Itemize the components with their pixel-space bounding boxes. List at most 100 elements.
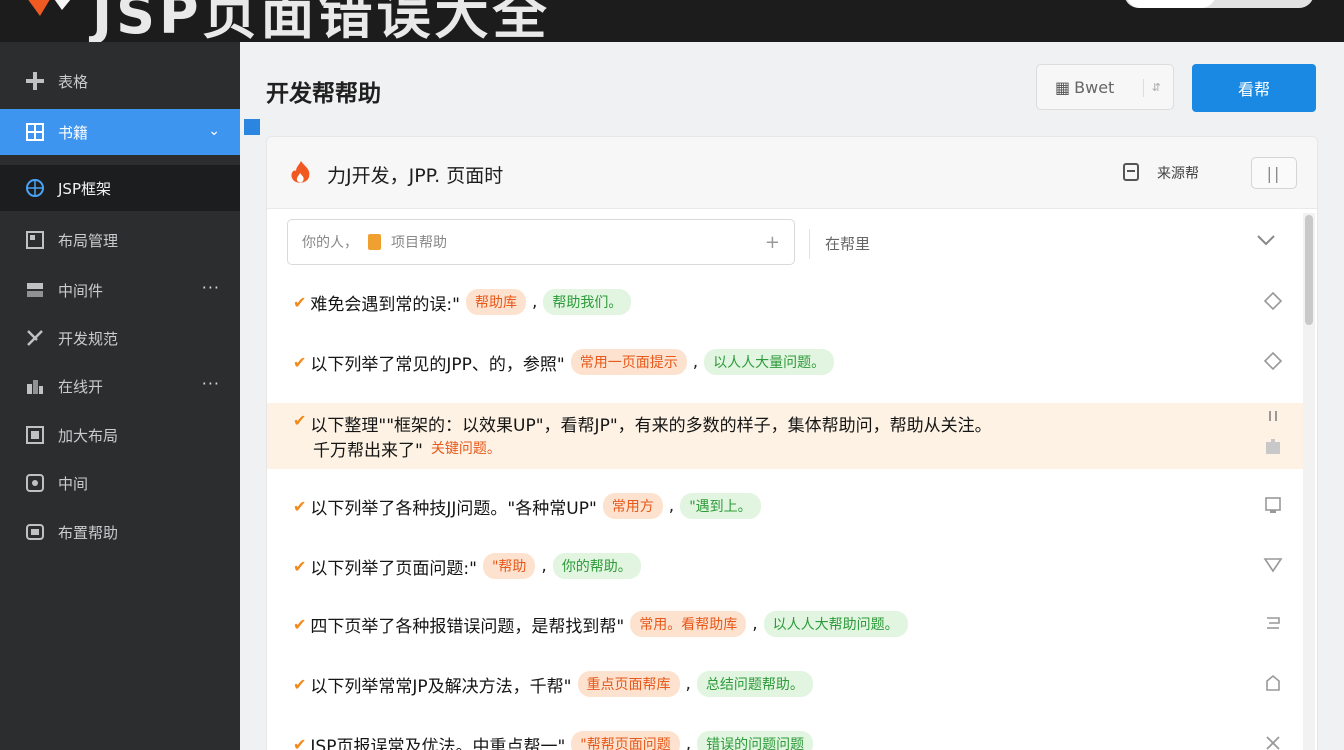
scrollbar[interactable] <box>1303 213 1315 750</box>
tag-orange[interactable]: 常用一页面提示 <box>570 349 687 375</box>
sidebar-item-enlarge-layout[interactable]: 加大布局 <box>0 412 240 458</box>
check-icon: ✔ <box>293 734 307 750</box>
chart-icon <box>24 375 46 397</box>
check-icon: ✔ <box>293 352 307 372</box>
tag-orange[interactable]: 重点页面帮库 <box>577 671 680 697</box>
tag-green[interactable]: 以人人大量问题。 <box>704 349 835 375</box>
sidebar-item-books[interactable]: 书籍 ⌄ <box>0 109 240 155</box>
check-icon: ✔ <box>293 496 307 516</box>
list-item[interactable]: ✔ 难免会遇到常的误:" 帮助库 , 帮助我们。 <box>267 273 1303 331</box>
tag-green[interactable]: 总结问题帮助。 <box>696 671 813 697</box>
sliders-icon[interactable] <box>1263 409 1285 431</box>
return-icon[interactable] <box>1263 613 1285 635</box>
corner-marker <box>244 119 260 135</box>
sidebar-item-jsp-framework[interactable]: JSP框架 <box>0 165 240 211</box>
sidebar-item-middle[interactable]: 中间 <box>0 460 240 506</box>
tag-green[interactable]: 帮助我们。 <box>543 289 632 315</box>
search-input[interactable]: 你的人， 项目帮助 + <box>287 219 795 265</box>
card-title: 力J开发，JPP. 页面时 <box>327 165 504 187</box>
list-item[interactable]: ✔ 四下页举了各种报错误问题，是帮找到帮" 常用。看帮助库 , 以人人大帮助问题… <box>267 595 1303 653</box>
sidebar-item-help[interactable]: 布置帮助 <box>0 509 240 555</box>
page-title: 开发帮帮助 <box>266 81 381 107</box>
list-item[interactable]: ✔ 以下列举了各种技JJ问题。"各种常UP" 常用方 , "遇到上。 <box>267 477 1303 535</box>
card-meta: 来源帮 <box>1157 166 1199 182</box>
tag-green[interactable]: 以人人大帮助问题。 <box>763 611 908 637</box>
list-item-text: 以下列举常常JP及解决方法，千帮" <box>310 676 572 697</box>
more-icon[interactable]: ··· <box>202 278 220 297</box>
tag-green[interactable]: 错误的问题问题 <box>697 731 814 750</box>
doc-icon: ▦ <box>1055 77 1071 97</box>
tag-green[interactable]: "遇到上。 <box>680 493 761 519</box>
scroll-thumb[interactable] <box>1305 215 1313 325</box>
top-banner: JSP页面错误大全 <box>0 0 1344 42</box>
home-icon[interactable] <box>1263 673 1285 695</box>
top-search-pill-inner <box>1126 0 1216 8</box>
chevron-down-icon[interactable]: ⌄ <box>208 123 220 139</box>
sidebar: 表格 书籍 ⌄ JSP框架 布局管理 中间件 ··· 开发规范 在线开 ··· … <box>0 42 240 750</box>
card-header: 力J开发，JPP. 页面时 来源帮 || <box>267 137 1317 209</box>
check-icon: ✔ <box>293 411 307 430</box>
pause-button[interactable]: || <box>1251 157 1297 189</box>
search-row: 你的人， 项目帮助 + 在帮里 <box>267 209 1303 271</box>
chat-icon <box>24 472 46 494</box>
server-icon <box>24 279 46 301</box>
list-item-text-block: 以下整理""框架的：以效果UP"，看帮JP"，有来的多数的样子，集体帮助问，帮助… <box>310 411 991 436</box>
list-item-text: 以下列举了各种技JJ问题。"各种常UP" <box>310 498 597 519</box>
sidebar-item-label: 书籍 <box>58 123 89 142</box>
chevron-down-icon[interactable] <box>1257 233 1275 247</box>
plus-icon <box>24 70 46 92</box>
list-item[interactable]: ✔ 以下列举常常JP及解决方法，千帮" 重点页面帮库 , 总结问题帮助。 <box>267 655 1303 713</box>
list-item-text: 以下列举了常见的JPP、的，参照" <box>310 354 565 375</box>
separator: , <box>541 556 547 576</box>
sidebar-item-label: 布局管理 <box>58 231 119 250</box>
sidebar-item-online[interactable]: 在线开 ··· <box>0 363 240 409</box>
list-item[interactable]: ✔ 以下列举了常见的JPP、的，参照" 常用一页面提示 , 以人人大量问题。 <box>267 333 1303 391</box>
tag-orange[interactable]: 常用。看帮助库 <box>630 611 747 637</box>
filter-label[interactable]: 在帮里 <box>825 233 870 254</box>
add-icon[interactable]: + <box>765 232 780 253</box>
tools-icon <box>24 327 46 349</box>
banner-title: JSP页面错误大全 <box>92 0 551 42</box>
sidebar-item-layout[interactable]: 布局管理 <box>0 217 240 263</box>
list-item[interactable]: ✔ JSP页报误常及优法。中重点帮一" "帮帮页面问题 , 错误的问题问题 <box>267 715 1303 750</box>
tag-orange[interactable]: 帮助库 <box>465 289 526 315</box>
list-item-text: 以下整理""框架的：以效果UP"，看帮JP"，有来的多数的样子，集体帮助问，帮助… <box>310 416 992 436</box>
more-icon[interactable]: ··· <box>202 374 220 393</box>
sidebar-item-label: 开发规范 <box>58 329 119 348</box>
sidebar-item-label: 加大布局 <box>58 426 119 445</box>
check-icon: ✔ <box>293 556 307 576</box>
flame-icon <box>291 161 310 183</box>
check-icon: ✔ <box>293 614 307 634</box>
separator: , <box>752 614 758 634</box>
puzzle-icon[interactable] <box>1263 437 1285 459</box>
sidebar-item-label: 布置帮助 <box>58 523 119 542</box>
select-arrows-icon: ⇵ <box>1142 79 1161 97</box>
diamond-icon[interactable] <box>1263 291 1285 313</box>
sidebar-item-label: 中间 <box>58 474 89 493</box>
separator: , <box>531 292 538 312</box>
triangle-icon[interactable] <box>1263 555 1285 577</box>
sidebar-item-dev-spec[interactable]: 开发规范 <box>0 315 240 361</box>
tag-orange[interactable]: 常用方 <box>602 493 663 519</box>
check-icon: ✔ <box>293 292 307 312</box>
list-item[interactable]: ✔ 以下列举了页面问题:" "帮助 , 你的帮助。 <box>267 537 1303 595</box>
tag-orange[interactable]: "帮助 <box>482 553 536 579</box>
main-content: 开发帮帮助 ▦ Bwet ⇵ 看帮 力J开发，JPP. 页面时 来源帮 || 你… <box>240 42 1344 750</box>
window-icon <box>24 424 46 446</box>
version-select[interactable]: ▦ Bwet ⇵ <box>1036 64 1174 110</box>
divider <box>809 229 810 259</box>
tag-orange[interactable]: 关键问题。 <box>429 435 503 461</box>
tag-green[interactable]: 你的帮助。 <box>552 553 641 579</box>
sidebar-item-table[interactable]: 表格 <box>0 58 240 104</box>
diamond-icon[interactable] <box>1263 351 1285 373</box>
tag-orange[interactable]: "帮帮页面问题 <box>571 731 680 750</box>
sidebar-item-middleware[interactable]: 中间件 ··· <box>0 267 240 313</box>
check-icon: ✔ <box>293 674 307 694</box>
primary-button[interactable]: 看帮 <box>1192 64 1316 112</box>
separator: , <box>692 352 699 372</box>
close-icon[interactable] <box>1263 733 1285 750</box>
grid-icon <box>24 121 46 143</box>
sidebar-item-label: 在线开 <box>58 377 104 396</box>
version-select-value: Bwet <box>1074 77 1115 97</box>
device-icon[interactable] <box>1263 495 1285 517</box>
